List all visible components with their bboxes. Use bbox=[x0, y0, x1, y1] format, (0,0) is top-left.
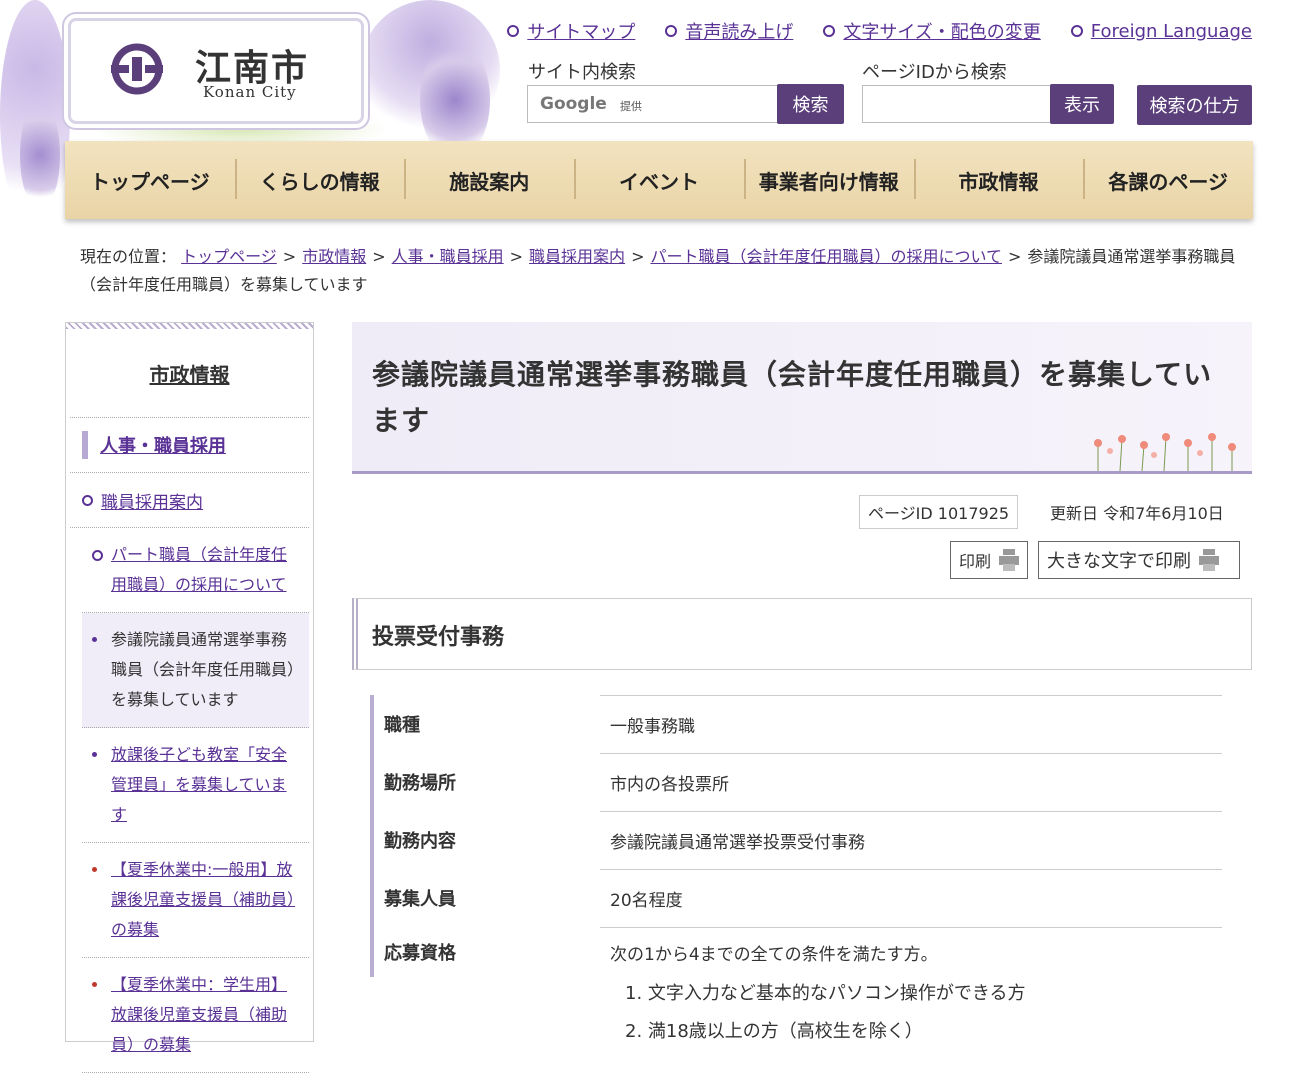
table-row: 職種 一般事務職 bbox=[370, 695, 1222, 753]
utility-links: サイトマップ 音声読み上げ 文字サイズ・配色の変更 Foreign Langua… bbox=[507, 18, 1252, 44]
side-nav-item[interactable]: 【夏季休業中：学生用】放課後児童支援員（補助員）の募集 bbox=[111, 970, 301, 1060]
breadcrumb-link[interactable]: 人事・職員採用 bbox=[392, 247, 504, 266]
row-label: 勤務内容 bbox=[370, 811, 600, 869]
breadcrumb-link[interactable]: トップページ bbox=[181, 247, 277, 266]
print-large-button[interactable]: 大きな文字で印刷 bbox=[1038, 541, 1240, 579]
updated-date: 更新日 令和7年6月10日 bbox=[1050, 504, 1224, 523]
pageid-show-button[interactable]: 表示 bbox=[1050, 84, 1114, 124]
section-heading: 投票受付事務 bbox=[372, 625, 505, 650]
print-button-label: 印刷 bbox=[959, 552, 992, 571]
conditions-list: 1. 文字入力など基本的なパソコン操作ができる方 2. 満18歳以上の方（高校生… bbox=[625, 975, 1026, 1051]
row-value: 一般事務職 bbox=[600, 695, 1222, 753]
bullet-ring-icon bbox=[507, 25, 520, 37]
printer-icon bbox=[1199, 549, 1219, 571]
search-howto-button[interactable]: 検索の仕方 bbox=[1137, 85, 1252, 125]
site-search-input[interactable]: Google 提供 bbox=[527, 85, 779, 123]
side-nav-item[interactable]: パート職員（会計年度任用職員）の採用について bbox=[111, 540, 301, 600]
pageid-search-label: ページIDから検索 bbox=[862, 62, 1007, 83]
side-nav-item[interactable]: 職員採用案内 bbox=[101, 488, 203, 513]
bullet-ring-icon bbox=[92, 550, 103, 561]
google-label: Google bbox=[540, 94, 607, 114]
city-emblem-icon bbox=[111, 43, 163, 95]
side-nav-current-item: 参議院議員通常選挙事務職員（会計年度任用職員）を募集しています bbox=[111, 630, 296, 709]
bullet-dot-icon bbox=[92, 982, 97, 987]
bullet-dot-icon bbox=[92, 867, 97, 872]
print-button[interactable]: 印刷 bbox=[950, 541, 1028, 579]
printer-icon bbox=[999, 549, 1020, 571]
side-nav-item[interactable]: 放課後子ども教室「安全管理員」を募集しています bbox=[111, 740, 301, 830]
row-value: 次の1から4までの全ての条件を満たす方。 bbox=[600, 927, 1222, 977]
global-nav: トップページ くらしの情報 施設案内 イベント 事業者向け情報 市政情報 各課の… bbox=[65, 141, 1253, 219]
nav-departments[interactable]: 各課のページ bbox=[1083, 141, 1253, 219]
table-row: 勤務内容 参議院議員通常選挙投票受付事務 bbox=[370, 811, 1222, 869]
row-label: 勤務場所 bbox=[370, 753, 600, 811]
side-nav-item[interactable]: 人事・職員採用 bbox=[100, 432, 226, 458]
site-search-label: サイト内検索 bbox=[528, 62, 636, 83]
side-nav: 市政情報 人事・職員採用 職員採用案内 パート職員（会計年度任用職員）の採用につ… bbox=[65, 322, 314, 1073]
row-label: 職種 bbox=[370, 695, 600, 753]
sitemap-link[interactable]: サイトマップ bbox=[527, 18, 635, 44]
row-value: 市内の各投票所 bbox=[600, 753, 1222, 811]
nav-events[interactable]: イベント bbox=[574, 141, 744, 219]
row-value: 20名程度 bbox=[600, 869, 1222, 927]
breadcrumb-link[interactable]: パート職員（会計年度任用職員）の採用について bbox=[650, 247, 1002, 266]
list-item: 1. 文字入力など基本的なパソコン操作ができる方 bbox=[625, 983, 1026, 1004]
nav-top[interactable]: トップページ bbox=[65, 141, 235, 219]
list-item: 2. 満18歳以上の方（高校生を除く） bbox=[625, 1021, 923, 1042]
breadcrumb: 現在の位置： トップページ > 市政情報 > 人事・職員採用 > 職員採用案内 > パート職員（… bbox=[80, 247, 1236, 294]
bullet-ring-icon bbox=[665, 25, 678, 37]
page-title-box: 参議院議員通常選挙事務職員（会計年度任用職員）を募集しています bbox=[352, 322, 1252, 474]
info-table: 職種 一般事務職 勤務場所 市内の各投票所 勤務内容 参議院議員通常選挙投票受付… bbox=[370, 695, 1222, 977]
bullet-ring-icon bbox=[1070, 25, 1083, 37]
side-nav-item[interactable]: 【夏季休業中:一般用】放課後児童支援員（補助員）の募集 bbox=[111, 855, 301, 945]
foreign-language-link[interactable]: Foreign Language bbox=[1091, 21, 1252, 42]
nav-business[interactable]: 事業者向け情報 bbox=[743, 141, 914, 219]
site-search-button[interactable]: 検索 bbox=[777, 84, 844, 124]
read-aloud-link[interactable]: 音声読み上げ bbox=[685, 18, 793, 44]
breadcrumb-link[interactable]: 職員採用案内 bbox=[529, 247, 625, 266]
side-nav-title[interactable]: 市政情報 bbox=[150, 359, 230, 388]
print-large-button-label: 大きな文字で印刷 bbox=[1047, 551, 1191, 572]
nav-living[interactable]: くらしの情報 bbox=[234, 141, 405, 219]
font-color-settings-link[interactable]: 文字サイズ・配色の変更 bbox=[843, 18, 1040, 44]
bullet-dot-icon bbox=[92, 752, 97, 757]
bullet-dot-icon bbox=[92, 637, 97, 642]
site-logo[interactable]: 江南市 Konan City bbox=[68, 18, 364, 124]
logo-subtitle: Konan City bbox=[203, 83, 297, 101]
bullet-ring-icon bbox=[82, 494, 93, 506]
page-id-badge: ページID 1017925 bbox=[859, 495, 1019, 529]
nav-city-admin[interactable]: 市政情報 bbox=[913, 141, 1084, 219]
table-row: 応募資格 次の1から4までの全ての条件を満たす方。 bbox=[370, 927, 1222, 977]
breadcrumb-link[interactable]: 市政情報 bbox=[302, 247, 366, 266]
row-value: 参議院議員通常選挙投票受付事務 bbox=[600, 811, 1222, 869]
table-row: 勤務場所 市内の各投票所 bbox=[370, 753, 1222, 811]
row-label: 応募資格 bbox=[370, 927, 600, 977]
pageid-input[interactable] bbox=[862, 85, 1052, 123]
breadcrumb-prefix: 現在の位置： bbox=[80, 247, 177, 266]
table-row: 募集人員 20名程度 bbox=[370, 869, 1222, 927]
side-nav-marker bbox=[82, 431, 88, 459]
google-provided-label: 提供 bbox=[620, 100, 642, 113]
section-heading-box: 投票受付事務 bbox=[352, 598, 1252, 670]
nav-facilities[interactable]: 施設案内 bbox=[404, 141, 574, 219]
bullet-ring-icon bbox=[823, 25, 836, 37]
flower-decoration-icon bbox=[1094, 433, 1236, 471]
row-label: 募集人員 bbox=[370, 869, 600, 927]
